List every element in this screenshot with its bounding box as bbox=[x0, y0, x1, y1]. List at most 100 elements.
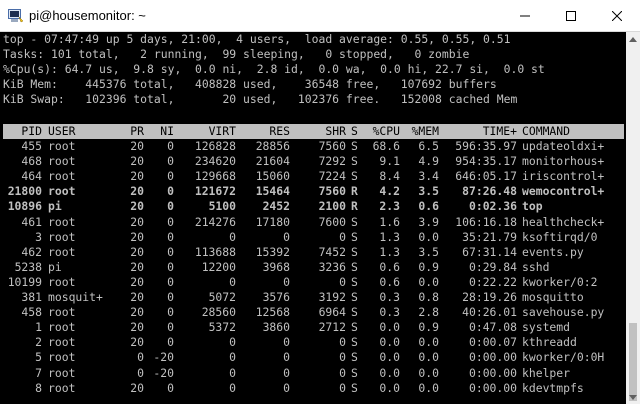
process-cell-ni: 0 bbox=[167, 320, 174, 335]
process-cell-virt: 113688 bbox=[194, 244, 236, 259]
process-cell-pr: 20 bbox=[130, 259, 144, 274]
process-cell-mem: 0.9 bbox=[418, 320, 439, 335]
process-cell-pr: 20 bbox=[130, 290, 144, 304]
process-cell-cmd: healthcheck+ bbox=[522, 214, 605, 229]
minimize-button[interactable] bbox=[502, 0, 548, 31]
process-cell-shr: 7600 bbox=[318, 214, 346, 229]
maximize-button[interactable] bbox=[548, 0, 594, 31]
process-cell-time: 0:02.36 bbox=[468, 199, 517, 214]
process-cell-ni: -20 bbox=[153, 350, 174, 365]
process-cell-shr: 7224 bbox=[318, 169, 346, 184]
process-cell-pid: 10199 bbox=[7, 274, 42, 289]
process-cell-cmd: kthreadd bbox=[522, 335, 577, 350]
column-header-pr: PR bbox=[130, 124, 144, 138]
process-cell-cmd: khelper bbox=[522, 365, 571, 380]
column-header-s: S bbox=[351, 124, 358, 138]
process-cell-cpu: 0.0 bbox=[379, 365, 400, 380]
process-cell-pid: 8 bbox=[35, 380, 42, 395]
putty-window: pi@housemonitor: ~ top - 07:47:49 up 5 d… bbox=[0, 0, 640, 404]
process-cell-pr: 20 bbox=[130, 320, 144, 335]
process-cell-time: 106:16.18 bbox=[455, 214, 517, 229]
process-cell-mem: 3.4 bbox=[418, 169, 439, 184]
process-cell-s: S bbox=[351, 350, 358, 365]
column-header-shr: SHR bbox=[325, 124, 346, 138]
process-cell-mem: 6.5 bbox=[418, 139, 439, 153]
column-header-virt: VIRT bbox=[208, 124, 236, 138]
process-row: 462 root 20 0 113688 15392 7452 S 1.3 3.5 67:31.14… bbox=[0, 245, 626, 260]
process-cell-cpu: 68.6 bbox=[372, 139, 400, 153]
process-row: 10896 pi 20 0 5100 2452 2100 R 2.3 0.6 0:02.36 top bbox=[0, 199, 626, 214]
process-cell-time: 0:00.00 bbox=[468, 365, 517, 380]
process-cell-cpu: 0.0 bbox=[379, 335, 400, 350]
process-cell-time: 35:21.79 bbox=[462, 229, 517, 244]
process-cell-s: S bbox=[351, 154, 358, 169]
process-cell-ni: 0 bbox=[167, 184, 174, 199]
process-cell-shr: 3192 bbox=[318, 290, 346, 304]
process-cell-s: S bbox=[351, 214, 358, 229]
column-header-cmd: COMMAND bbox=[522, 124, 571, 138]
process-cell-shr: 0 bbox=[339, 274, 346, 289]
process-cell-ni: 0 bbox=[167, 199, 174, 214]
process-cell-user: root bbox=[48, 214, 76, 229]
process-cell-user: mosquit+ bbox=[48, 290, 103, 304]
close-button[interactable] bbox=[594, 0, 640, 31]
process-cell-pr: 20 bbox=[130, 154, 144, 169]
process-cell-res: 0 bbox=[283, 350, 290, 365]
scroll-down-arrow-icon[interactable] bbox=[626, 390, 640, 404]
process-cell-pr: 0 bbox=[137, 350, 144, 365]
window-title: pi@housemonitor: ~ bbox=[29, 8, 146, 23]
process-cell-s: S bbox=[351, 259, 358, 274]
process-cell-pid: 461 bbox=[21, 214, 42, 229]
process-cell-virt: 5372 bbox=[208, 320, 236, 335]
vertical-scrollbar[interactable] bbox=[626, 32, 640, 404]
process-cell-virt: 126828 bbox=[194, 139, 236, 153]
process-cell-s: S bbox=[351, 320, 358, 335]
process-cell-pid: 21800 bbox=[7, 184, 42, 199]
process-cell-cmd: iriscontrol+ bbox=[522, 169, 605, 184]
process-cell-s: S bbox=[351, 305, 358, 320]
process-cell-mem: 3.5 bbox=[418, 184, 439, 199]
title-bar[interactable]: pi@housemonitor: ~ bbox=[0, 0, 640, 32]
process-cell-cpu: 0.6 bbox=[379, 274, 400, 289]
process-cell-cpu: 0.3 bbox=[379, 290, 400, 304]
process-cell-ni: 0 bbox=[167, 305, 174, 320]
minimize-icon bbox=[520, 15, 530, 16]
process-cell-time: 87:26.48 bbox=[462, 184, 517, 199]
process-cell-time: 954:35.17 bbox=[455, 154, 517, 169]
process-table-header-row: PID USER PR NI VIRT RES SHR S %CPU %MEM TIME+ COMMA… bbox=[0, 124, 626, 139]
process-cell-user: pi bbox=[48, 259, 62, 274]
process-cell-mem: 0.9 bbox=[418, 259, 439, 274]
process-cell-virt: 0 bbox=[229, 350, 236, 365]
process-row: 468 root 20 0 234620 21604 7292 S 9.1 4.9 954:35.1… bbox=[0, 154, 626, 169]
process-cell-s: S bbox=[351, 365, 358, 380]
process-cell-s: S bbox=[351, 169, 358, 184]
process-cell-pid: 10896 bbox=[7, 199, 42, 214]
terminal-screen[interactable]: top - 07:47:49 up 5 days, 21:00, 4 users… bbox=[0, 32, 626, 404]
process-cell-cpu: 9.1 bbox=[379, 154, 400, 169]
process-cell-pr: 20 bbox=[130, 214, 144, 229]
process-row: 458 root 20 0 28560 12568 6964 S 0.3 2.8 40:26.01 s… bbox=[0, 305, 626, 320]
process-cell-virt: 0 bbox=[229, 380, 236, 395]
process-cell-time: 596:35.97 bbox=[455, 139, 517, 153]
process-cell-mem: 0.0 bbox=[418, 335, 439, 350]
process-cell-virt: 0 bbox=[229, 274, 236, 289]
process-cell-user: root bbox=[48, 305, 76, 320]
process-cell-virt: 0 bbox=[229, 229, 236, 244]
process-cell-pr: 20 bbox=[130, 169, 144, 184]
process-cell-cpu: 1.3 bbox=[379, 244, 400, 259]
top-uptime-line: top - 07:47:49 up 5 days, 21:00, 4 users… bbox=[3, 32, 511, 46]
process-cell-s: S bbox=[351, 290, 358, 304]
process-cell-ni: 0 bbox=[167, 139, 174, 153]
process-cell-user: root bbox=[48, 274, 76, 289]
process-cell-time: 0:00.00 bbox=[468, 380, 517, 395]
process-cell-user: root bbox=[48, 184, 76, 199]
process-cell-ni: 0 bbox=[167, 290, 174, 304]
process-cell-ni: 0 bbox=[167, 154, 174, 169]
process-cell-mem: 0.6 bbox=[418, 199, 439, 214]
process-cell-res: 12568 bbox=[255, 305, 290, 320]
scroll-up-arrow-icon[interactable] bbox=[626, 32, 640, 46]
process-cell-s: S bbox=[351, 274, 358, 289]
process-cell-mem: 0.0 bbox=[418, 365, 439, 380]
process-cell-pid: 3 bbox=[35, 229, 42, 244]
process-cell-ni: 0 bbox=[167, 259, 174, 274]
